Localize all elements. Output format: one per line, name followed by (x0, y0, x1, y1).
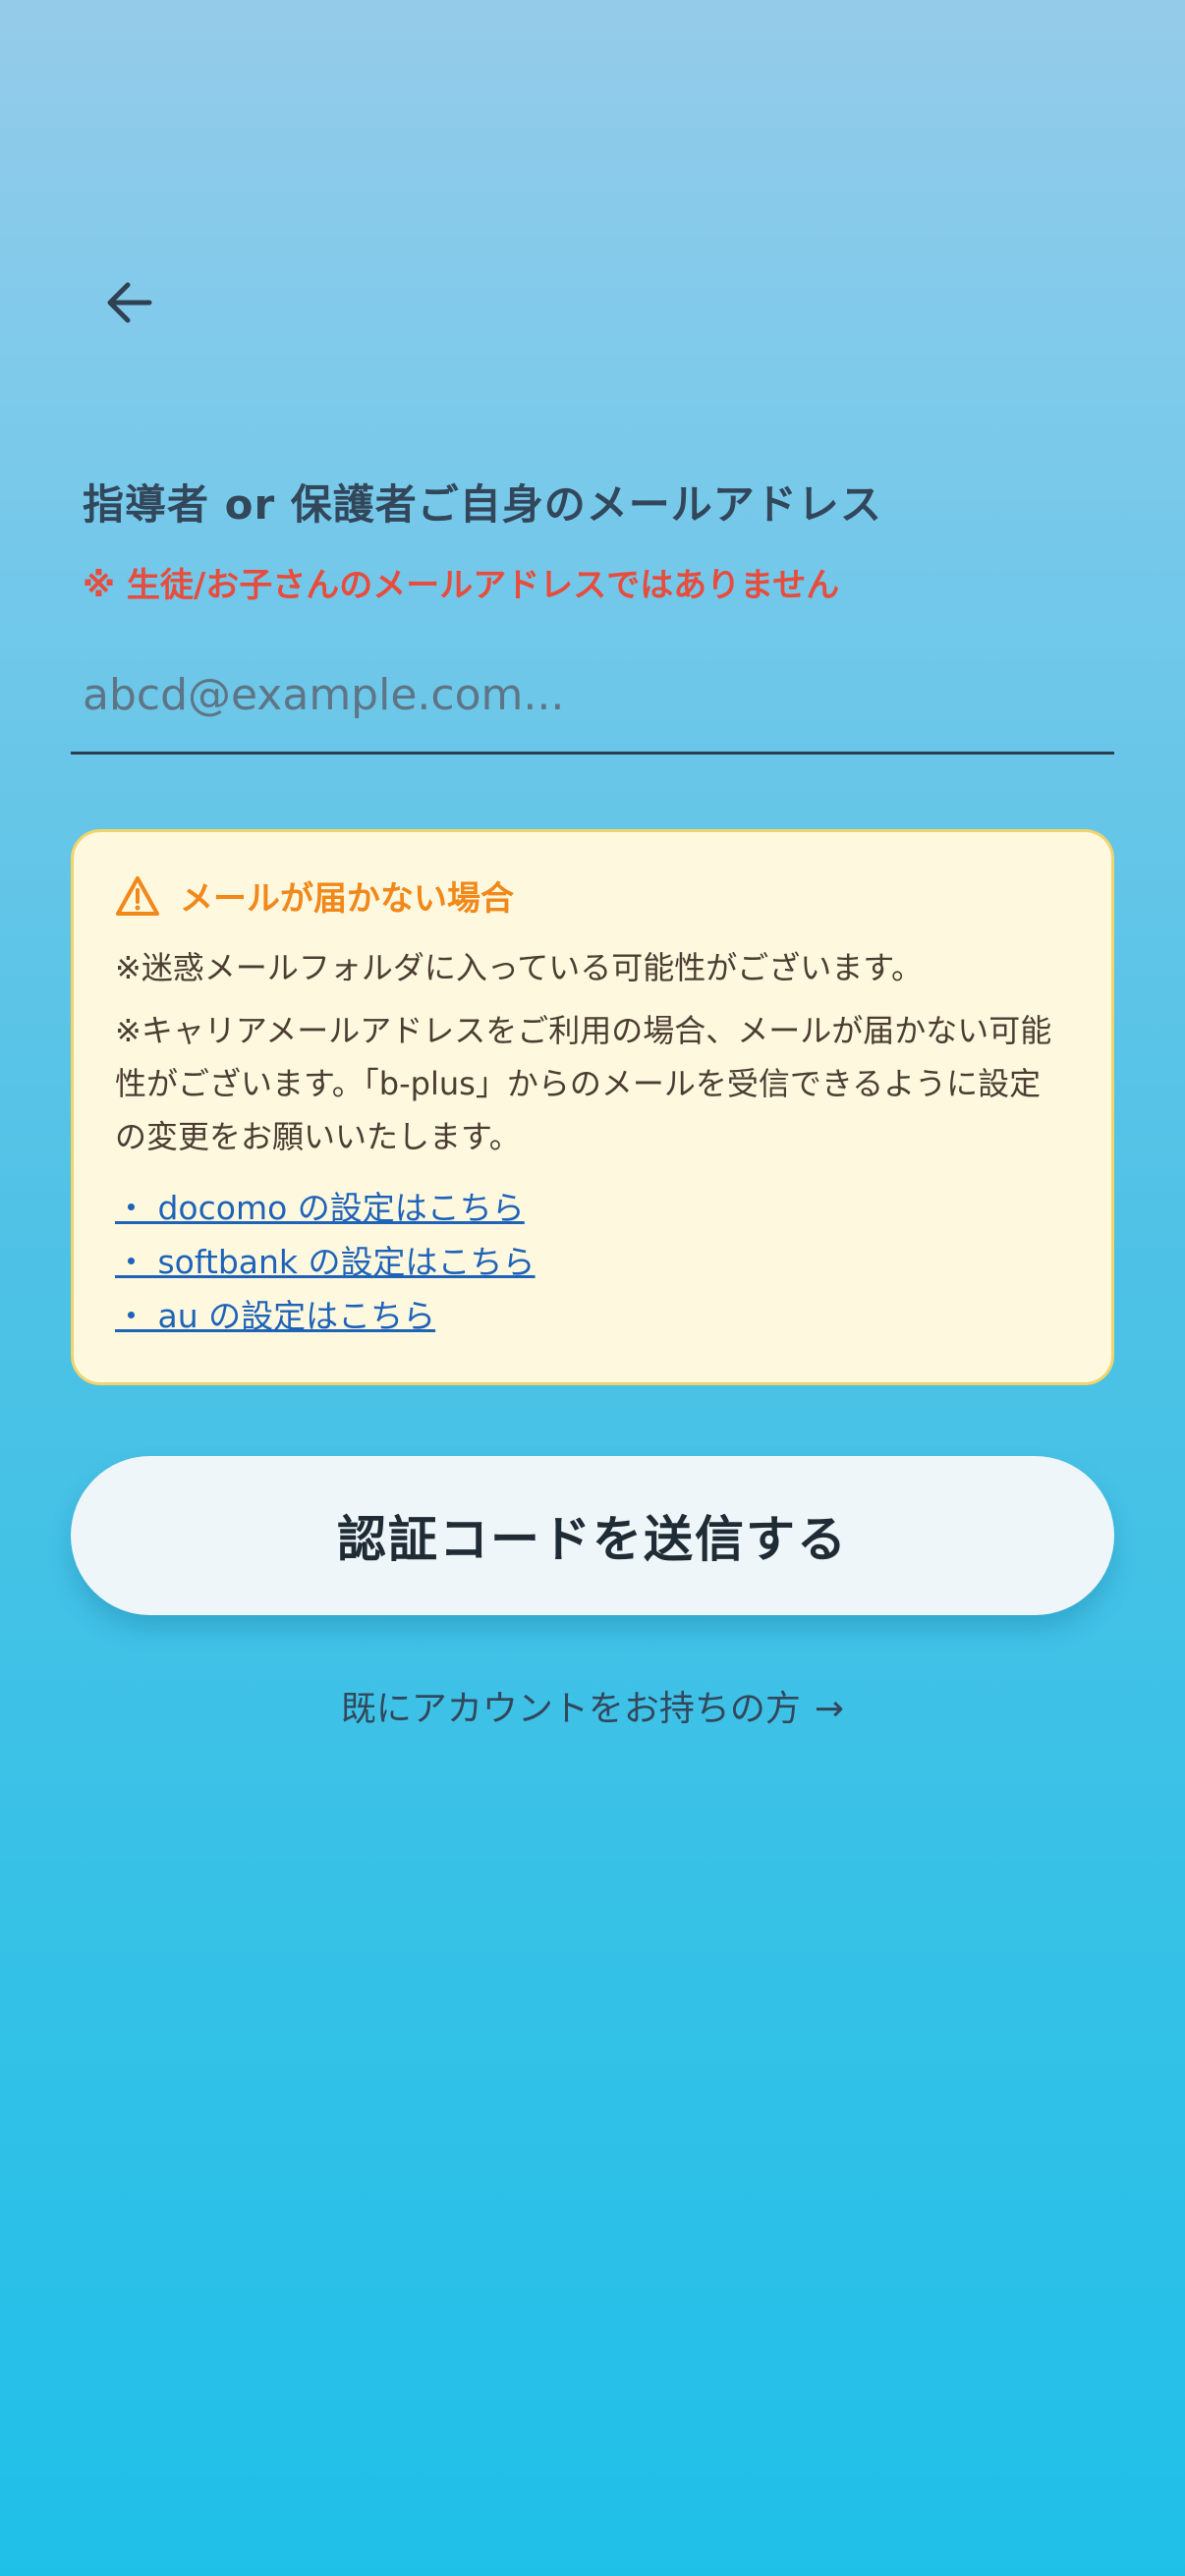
notice-text-carrier: ※キャリアメールアドレスをご利用の場合、メールが届かない可能性がございます。「b… (115, 1012, 1052, 1155)
send-code-button[interactable]: 認証コードを送信する (71, 1456, 1114, 1615)
arrow-left-icon (107, 282, 152, 323)
email-field-warning: ※ 生徒/お子さんのメールアドレスではありません (83, 566, 840, 605)
au-settings-link[interactable]: ・ au の設定はこちら (115, 1289, 1070, 1343)
carrier-links: ・ docomo の設定はこちら ・ softbank の設定はこちら ・ au… (115, 1181, 1070, 1343)
softbank-settings-link[interactable]: ・ softbank の設定はこちら (115, 1235, 1070, 1289)
back-button[interactable] (90, 263, 169, 342)
notice-title-text: メールが届かない場合 (180, 879, 514, 919)
delivery-notice-box: メールが届かない場合 ※迷惑メールフォルダに入っている可能性がございます。 ※キ… (71, 829, 1114, 1385)
docomo-settings-link[interactable]: ・ docomo の設定はこちら (115, 1181, 1070, 1235)
notice-title: メールが届かない場合 (115, 871, 1070, 920)
existing-account-label: 既にアカウントをお持ちの方 (340, 1689, 801, 1729)
email-input[interactable] (71, 639, 1114, 755)
email-field-label: 指導者 or 保護者ご自身のメールアドレス (83, 480, 882, 529)
warning-triangle-icon (116, 875, 159, 916)
notice-text-spam: ※迷惑メールフォルダに入っている可能性がございます。 (115, 949, 924, 986)
existing-account-link[interactable]: 既にアカウントをお持ちの方 → (0, 1680, 1185, 1731)
arrow-right-icon: → (814, 1689, 845, 1729)
